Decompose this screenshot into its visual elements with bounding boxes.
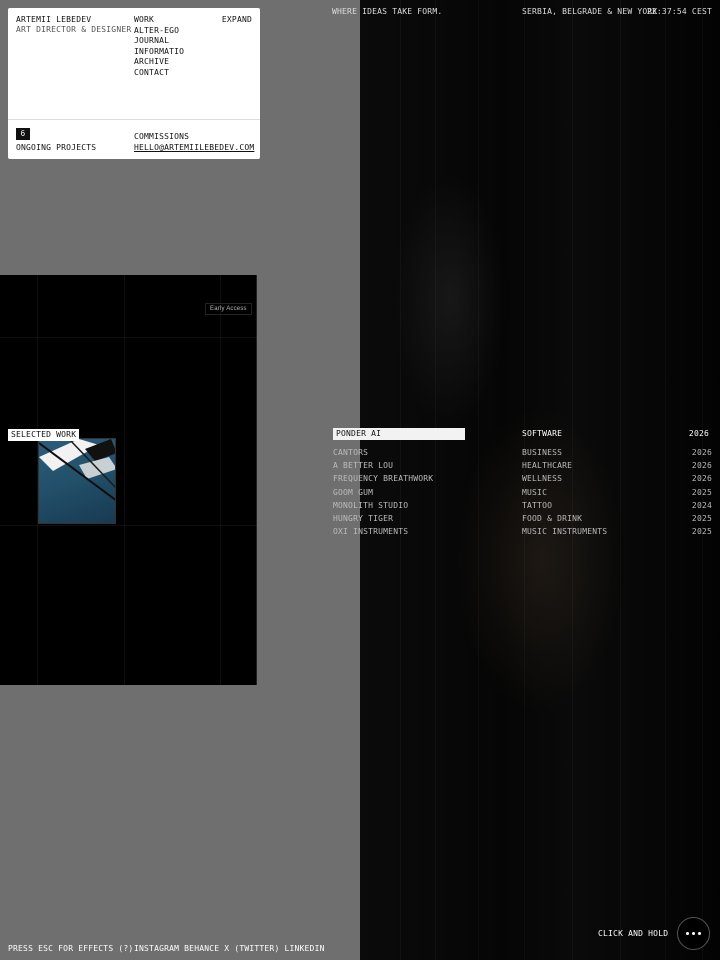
project-preview[interactable]: Early Access [0, 275, 257, 685]
email-link[interactable]: HELLO@ARTEMIILEBEDEV.COM [134, 143, 254, 152]
project-name: CANTORS [333, 448, 369, 457]
click-and-hold-hint: CLICK AND HOLD [598, 929, 669, 938]
dot [686, 932, 689, 935]
selected-work-label: SELECTED WORK [8, 429, 80, 441]
project-name: OXI INSTRUMENTS [333, 527, 409, 537]
expand-button[interactable]: EXPAND [222, 15, 252, 24]
nav-item-archive[interactable]: ARCHIVE [134, 57, 184, 68]
project-row-oxi-instruments[interactable]: OXI INSTRUMENTS MUSIC INSTRUMENTS 2025 [333, 525, 712, 538]
project-year: 2025 [691, 487, 712, 497]
social-link-instagram[interactable]: INSTAGRAM [134, 944, 179, 953]
project-name: HUNGRY TIGER [333, 513, 394, 523]
project-year: 2024 [691, 500, 712, 510]
project-year: 2026 [691, 474, 712, 484]
project-row-monolith-studio[interactable]: MONOLITH STUDIO TATTOO 2024 [333, 499, 712, 512]
project-category: WELLNESS [522, 474, 563, 484]
project-year: 2026 [691, 448, 712, 457]
project-category: SOFTWARE [522, 429, 563, 438]
main-nav: WORK ALTER-EGO JOURNAL INFORMATIO ARCHIV… [134, 15, 184, 79]
project-name: MONOLITH STUDIO [333, 500, 409, 510]
ongoing-projects-count-badge: 6 [16, 128, 30, 140]
nav-item-contact[interactable]: CONTACT [134, 68, 184, 79]
project-name: PONDER AI [333, 428, 465, 440]
effects-hint[interactable]: PRESS ESC FOR EFFECTS (?) [8, 944, 133, 953]
project-row-hungry-tiger[interactable]: HUNGRY TIGER FOOD & DRINK 2025 [333, 512, 712, 525]
commissions-label: COMMISSIONS [134, 132, 190, 141]
project-category: MUSIC [522, 487, 548, 497]
more-dots-icon[interactable] [677, 917, 710, 950]
project-row-goom-gum[interactable]: GOOM GUM MUSIC 2025 [333, 486, 712, 499]
site-owner-role: ART DIRECTOR & DESIGNER [16, 25, 132, 34]
ongoing-projects-label: ONGOING PROJECTS [16, 143, 97, 152]
social-link-behance[interactable]: BEHANCE [184, 944, 219, 953]
nav-item-journal[interactable]: JOURNAL [134, 36, 184, 47]
nav-item-work[interactable]: WORK [134, 15, 184, 26]
early-access-badge: Early Access [205, 303, 252, 315]
dot [698, 932, 701, 935]
local-clock: 22:37:54 CEST [646, 7, 712, 16]
social-links: INSTAGRAM BEHANCE X (TWITTER) LINKEDIN [134, 944, 325, 953]
social-link-x-twitter[interactable]: X (TWITTER) [224, 944, 279, 953]
project-name: A BETTER LOU [333, 461, 394, 471]
project-row-frequency-breathwork[interactable]: FREQUENCY BREATHWORK WELLNESS 2026 [333, 472, 712, 485]
project-name: GOOM GUM [333, 487, 374, 497]
project-year: 2026 [688, 429, 709, 438]
info-card: ARTEMII LEBEDEV ART DIRECTOR & DESIGNER … [8, 8, 260, 159]
project-category: MUSIC INSTRUMENTS [522, 527, 608, 537]
project-name: FREQUENCY BREATHWORK [333, 474, 434, 484]
nav-item-alter-ego[interactable]: ALTER-EGO [134, 26, 184, 37]
project-thumbnail-image[interactable] [38, 438, 116, 524]
project-year: 2026 [691, 461, 712, 471]
projects-list: PONDER AI SOFTWARE 2026 CANTORS BUSINESS… [333, 428, 712, 538]
card-divider [8, 119, 260, 120]
preview-grid-line [0, 525, 257, 526]
project-category: FOOD & DRINK [522, 513, 583, 523]
project-row-a-better-lou[interactable]: A BETTER LOU HEALTHCARE 2026 [333, 459, 712, 472]
project-category: HEALTHCARE [522, 461, 573, 471]
project-row-ponder-ai[interactable]: PONDER AI SOFTWARE 2026 [333, 428, 712, 446]
project-category: TATTOO [522, 500, 553, 510]
social-link-linkedin[interactable]: LINKEDIN [284, 944, 324, 953]
nav-item-information[interactable]: INFORMATIO [134, 47, 184, 58]
location-text: SERBIA, BELGRADE & NEW YORK [522, 7, 658, 16]
project-year: 2025 [691, 527, 712, 537]
project-category: BUSINESS [522, 448, 563, 457]
thumbnail-artwork [39, 439, 115, 501]
preview-grid-line [0, 337, 257, 338]
project-year: 2025 [691, 513, 712, 523]
dot [692, 932, 695, 935]
project-row-cantors[interactable]: CANTORS BUSINESS 2026 [333, 446, 712, 459]
tagline: WHERE IDEAS TAKE FORM. [332, 7, 443, 16]
site-owner-name[interactable]: ARTEMII LEBEDEV [16, 15, 91, 24]
